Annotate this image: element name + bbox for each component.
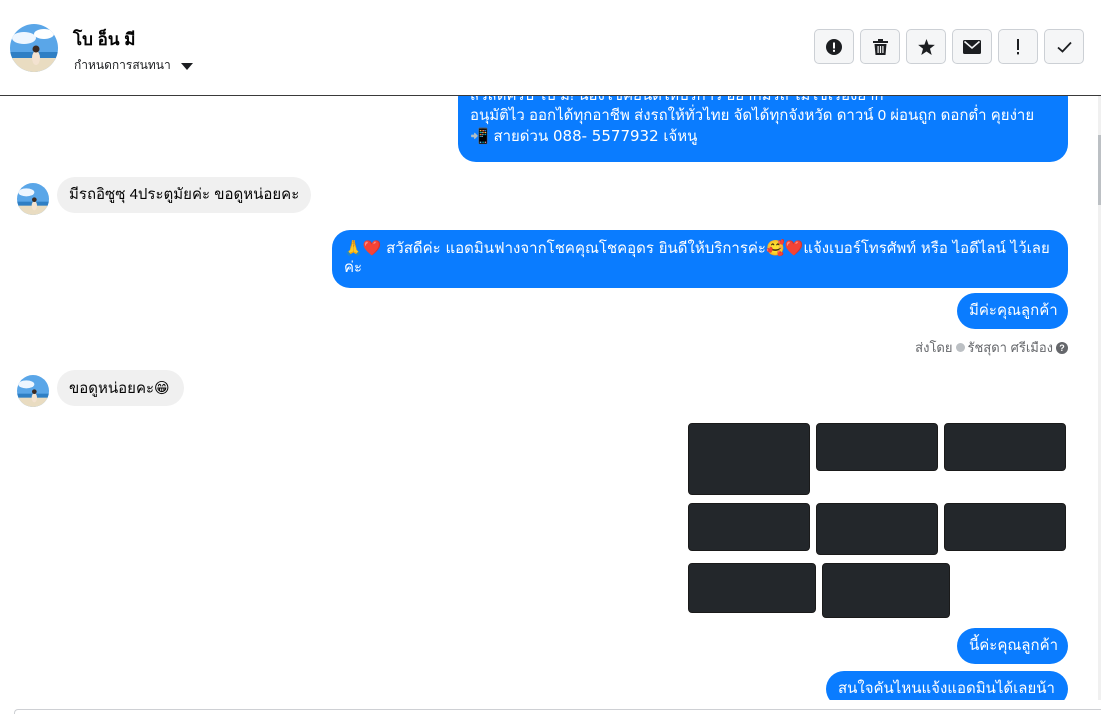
car-photo-thumbnail[interactable] <box>944 503 1066 551</box>
message-line: อนุมัติไว ออกได้ทุกอาชีพ ส่งรถให้ทั่วไทย… <box>470 107 1035 124</box>
conversation-header: โบ อ็น มี กำหนดการสนทนา <box>0 0 1101 96</box>
message-line: ค่ะ <box>344 259 363 276</box>
contact-avatar[interactable] <box>10 24 58 72</box>
message-text: สนใจคันไหนแจ้งแอดมินได้เลยน้า <box>838 680 1055 697</box>
car-photo-thumbnail[interactable] <box>688 563 816 613</box>
message-line: 🙏❤️ สวัสดีค่ะ แอดมินฟางจากโชคคุณโชคอุดร … <box>344 239 1050 257</box>
outgoing-message[interactable]: 🙏❤️ สวัสดีค่ะ แอดมินฟางจากโชคคุณโชคอุดร … <box>332 230 1068 288</box>
sent-by-label: ส่งโดย รัชสุดา ศรีเมือง ? <box>915 337 1068 358</box>
message-line: สวัสดีครับ โบ มี! น้องโชคยินดีให้บริการ … <box>470 96 1056 106</box>
contact-avatar-small[interactable] <box>17 183 49 215</box>
sent-by-name[interactable]: รัชสุดา ศรีเมือง <box>968 337 1054 358</box>
car-photo-thumbnail[interactable] <box>688 503 810 551</box>
car-photo-thumbnail[interactable] <box>816 423 938 471</box>
report-button[interactable] <box>814 29 854 64</box>
outgoing-message[interactable]: นี้ค่ะคุณลูกค้า <box>957 628 1068 664</box>
conversation-toolbar <box>814 29 1084 64</box>
contact-avatar-small[interactable] <box>17 375 49 407</box>
delete-button[interactable] <box>860 29 900 64</box>
outgoing-message[interactable]: สวัสดีครับ โบ มี! น้องโชคยินดีให้บริการ … <box>458 96 1068 162</box>
message-line: 📲 สายด่วน 088- 5577932 เจ้หนู <box>470 127 698 145</box>
message-text: นี้ค่ะคุณลูกค้า <box>969 637 1059 654</box>
done-button[interactable] <box>1044 29 1084 64</box>
car-photo-thumbnail[interactable] <box>944 423 1066 471</box>
important-button[interactable] <box>998 29 1038 64</box>
conversation-label-menu[interactable]: กำหนดการสนทนา <box>74 56 193 75</box>
message-thread[interactable]: สวัสดีครับ โบ มี! น้องโชคยินดีให้บริการ … <box>0 96 1101 700</box>
trash-icon <box>872 38 888 55</box>
incoming-message[interactable]: มีรถอิซูซุ 4ประตูมัยค่ะ ขอดูหน่อยคะ <box>57 177 311 213</box>
contact-name[interactable]: โบ อ็น มี <box>73 26 135 53</box>
outgoing-message[interactable]: มีค่ะคุณลูกค้า <box>957 293 1068 329</box>
caret-down-icon <box>180 62 193 70</box>
envelope-icon <box>963 39 981 54</box>
message-text: มีค่ะคุณลูกค้า <box>969 302 1058 319</box>
sent-by-prefix: ส่งโดย <box>915 340 953 355</box>
message-composer[interactable] <box>14 709 1101 714</box>
check-icon <box>1056 41 1072 53</box>
verified-icon <box>955 343 965 352</box>
help-icon[interactable]: ? <box>1056 341 1068 354</box>
message-text: ขอดูหน่อยคะ😁 <box>69 379 170 397</box>
exclamation-icon <box>1017 38 1019 54</box>
exclamation-circle-icon <box>826 38 842 55</box>
star-icon <box>917 38 935 55</box>
outgoing-message[interactable]: สนใจคันไหนแจ้งแอดมินได้เลยน้า <box>826 671 1068 700</box>
car-photo-thumbnail[interactable] <box>688 423 810 495</box>
star-button[interactable] <box>906 29 946 64</box>
conversation-label-text: กำหนดการสนทนา <box>74 58 171 72</box>
incoming-message[interactable]: ขอดูหน่อยคะ😁 <box>57 370 184 406</box>
car-photo-thumbnail[interactable] <box>822 563 950 618</box>
car-photo-thumbnail[interactable] <box>816 503 938 555</box>
message-text: มีรถอิซูซุ 4ประตูมัยค่ะ ขอดูหน่อยคะ <box>69 186 300 203</box>
mark-unread-button[interactable] <box>952 29 992 64</box>
